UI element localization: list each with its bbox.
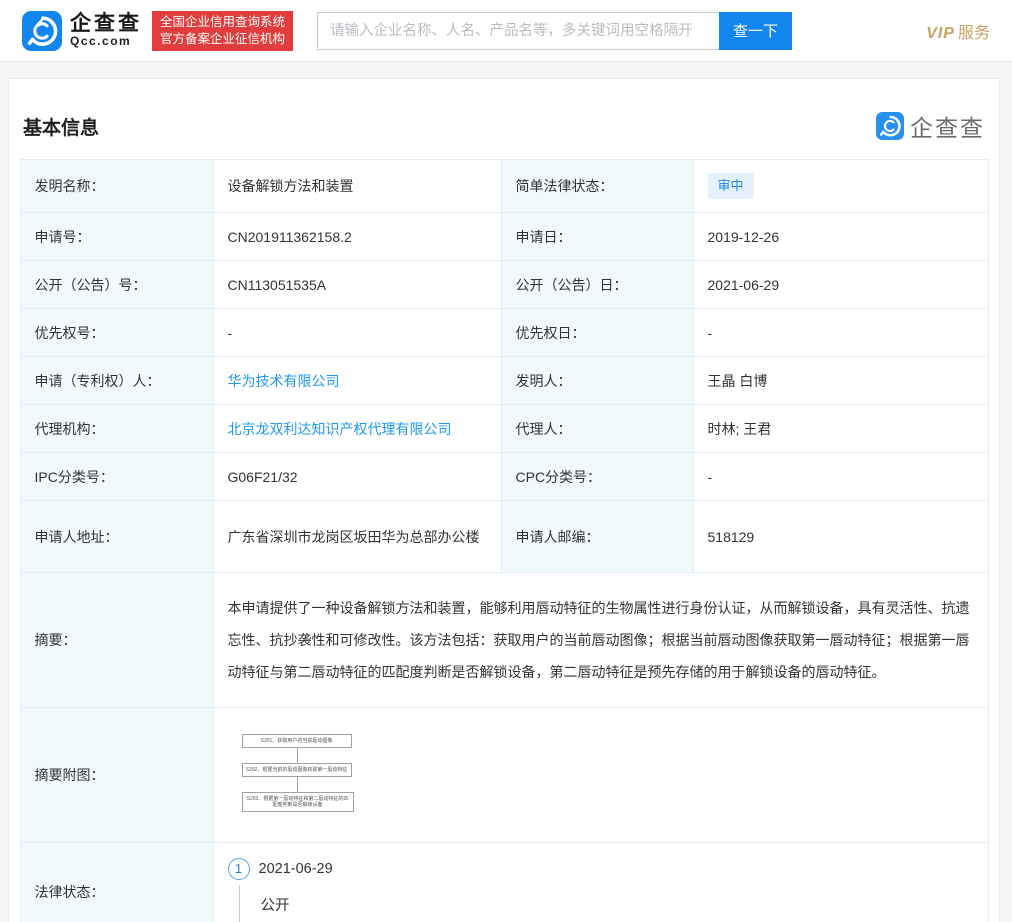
timeline-index-badge: 1 — [228, 858, 250, 880]
field-label: 优先权日： — [501, 309, 693, 357]
brand-name: 企查查 — [70, 12, 142, 35]
applicant-link[interactable]: 华为技术有限公司 — [228, 373, 340, 389]
field-value: CN113051535A — [213, 261, 501, 309]
legal-status-row: 法律状态： 1 2021-06-29 公开 — [20, 843, 988, 922]
qcc-watermark-icon — [876, 112, 904, 140]
vip-label: 服务 — [958, 25, 990, 42]
field-label: 申请日： — [501, 213, 693, 261]
certification-badge: 全国企业信用查询系统 官方备案企业征信机构 — [152, 11, 293, 51]
timeline-connector-line — [239, 885, 240, 922]
table-row: IPC分类号： G06F21/32 CPC分类号： - — [20, 453, 988, 501]
certification-line1: 全国企业信用查询系统 — [160, 14, 285, 31]
table-row: 申请人地址： 广东省深圳市龙岗区坂田华为总部办公楼 申请人邮编： 518129 — [20, 501, 988, 573]
vip-mark: VIP — [926, 25, 955, 42]
search-bar: 查一下 — [317, 12, 792, 50]
basic-info-card: 基本信息 企查查 发明名称： 设备解锁方法和装置 简单法律状态： 审中 申请号：… — [8, 78, 1000, 922]
field-label: IPC分类号： — [20, 453, 213, 501]
certification-line2: 官方备案企业征信机构 — [160, 31, 285, 48]
field-value: 时林; 王君 — [693, 405, 988, 453]
timeline-status: 公开 — [261, 896, 290, 916]
field-label: 法律状态： — [20, 843, 213, 922]
field-value: CN201911362158.2 — [213, 213, 501, 261]
qcc-watermark: 企查查 — [876, 109, 985, 143]
field-label: 优先权号： — [20, 309, 213, 357]
flowchart-step-1: S201、获取用户的当前唇动图像 — [242, 734, 352, 748]
flowchart-step-3: S203、根据第一唇动特征和第二唇动特征的匹配度判断是否解锁设备 — [242, 792, 354, 812]
field-value: 王晶 白博 — [693, 357, 988, 405]
qcc-logo-icon — [22, 11, 62, 51]
field-label: 发明名称： — [20, 160, 213, 213]
qcc-home-link[interactable]: 企查查 Qcc.com — [22, 11, 142, 51]
field-value: - — [693, 309, 988, 357]
flowchart-connector — [297, 748, 298, 763]
field-value: - — [693, 453, 988, 501]
legal-status-timeline: 1 2021-06-29 公开 — [228, 856, 974, 922]
abstract-text: 本申请提供了一种设备解锁方法和装置，能够利用唇动特征的生物属性进行身份认证，从而… — [228, 586, 974, 694]
field-label: 摘要： — [20, 573, 213, 708]
field-label: 代理人： — [501, 405, 693, 453]
field-value: 设备解锁方法和装置 — [213, 160, 501, 213]
field-value: G06F21/32 — [213, 453, 501, 501]
flowchart-connector — [297, 777, 298, 792]
field-label: 公开（公告）日： — [501, 261, 693, 309]
field-value: 广东省深圳市龙岗区坂田华为总部办公楼 — [213, 501, 501, 573]
table-row: 优先权号： - 优先权日： - — [20, 309, 988, 357]
patent-info-table: 发明名称： 设备解锁方法和装置 简单法律状态： 审中 申请号： CN201911… — [20, 159, 989, 922]
abstract-row: 摘要： 本申请提供了一种设备解锁方法和装置，能够利用唇动特征的生物属性进行身份认… — [20, 573, 988, 708]
table-row: 公开（公告）号： CN113051535A 公开（公告）日： 2021-06-2… — [20, 261, 988, 309]
abstract-figure-thumbnail[interactable]: S201、获取用户的当前唇动图像 S202、根据当前的唇动图像获取第一唇动特征 … — [228, 724, 974, 826]
agency-link[interactable]: 北京龙双利达知识产权代理有限公司 — [228, 421, 452, 437]
qcc-watermark-text: 企查查 — [910, 109, 985, 143]
top-header: 企查查 Qcc.com 全国企业信用查询系统 官方备案企业征信机构 查一下 VI… — [0, 0, 1012, 62]
field-value: - — [213, 309, 501, 357]
field-label: 申请（专利权）人： — [20, 357, 213, 405]
table-row: 发明名称： 设备解锁方法和装置 简单法律状态： 审中 — [20, 160, 988, 213]
search-input[interactable] — [317, 12, 719, 50]
brand-domain: Qcc.com — [70, 35, 142, 48]
search-button[interactable]: 查一下 — [719, 12, 792, 50]
flowchart-step-2: S202、根据当前的唇动图像获取第一唇动特征 — [242, 763, 352, 777]
field-label: 申请人邮编： — [501, 501, 693, 573]
field-label: 代理机构： — [20, 405, 213, 453]
field-label: 申请人地址： — [20, 501, 213, 573]
field-label: CPC分类号： — [501, 453, 693, 501]
field-value: 518129 — [693, 501, 988, 573]
section-title: 基本信息 — [23, 113, 99, 140]
field-label: 申请号： — [20, 213, 213, 261]
table-row: 代理机构： 北京龙双利达知识产权代理有限公司 代理人： 时林; 王君 — [20, 405, 988, 453]
field-value: 2019-12-26 — [693, 213, 988, 261]
timeline-date: 2021-06-29 — [259, 859, 333, 879]
field-label: 摘要附图： — [20, 708, 213, 843]
field-label: 公开（公告）号： — [20, 261, 213, 309]
vip-service-link[interactable]: VIP服务 — [926, 19, 990, 43]
table-row: 申请号： CN201911362158.2 申请日： 2019-12-26 — [20, 213, 988, 261]
table-row: 申请（专利权）人： 华为技术有限公司 发明人： 王晶 白博 — [20, 357, 988, 405]
field-label: 发明人： — [501, 357, 693, 405]
field-value: 2021-06-29 — [693, 261, 988, 309]
figure-row: 摘要附图： S201、获取用户的当前唇动图像 S202、根据当前的唇动图像获取第… — [20, 708, 988, 843]
status-badge: 审中 — [708, 173, 754, 199]
field-label: 简单法律状态： — [501, 160, 693, 213]
